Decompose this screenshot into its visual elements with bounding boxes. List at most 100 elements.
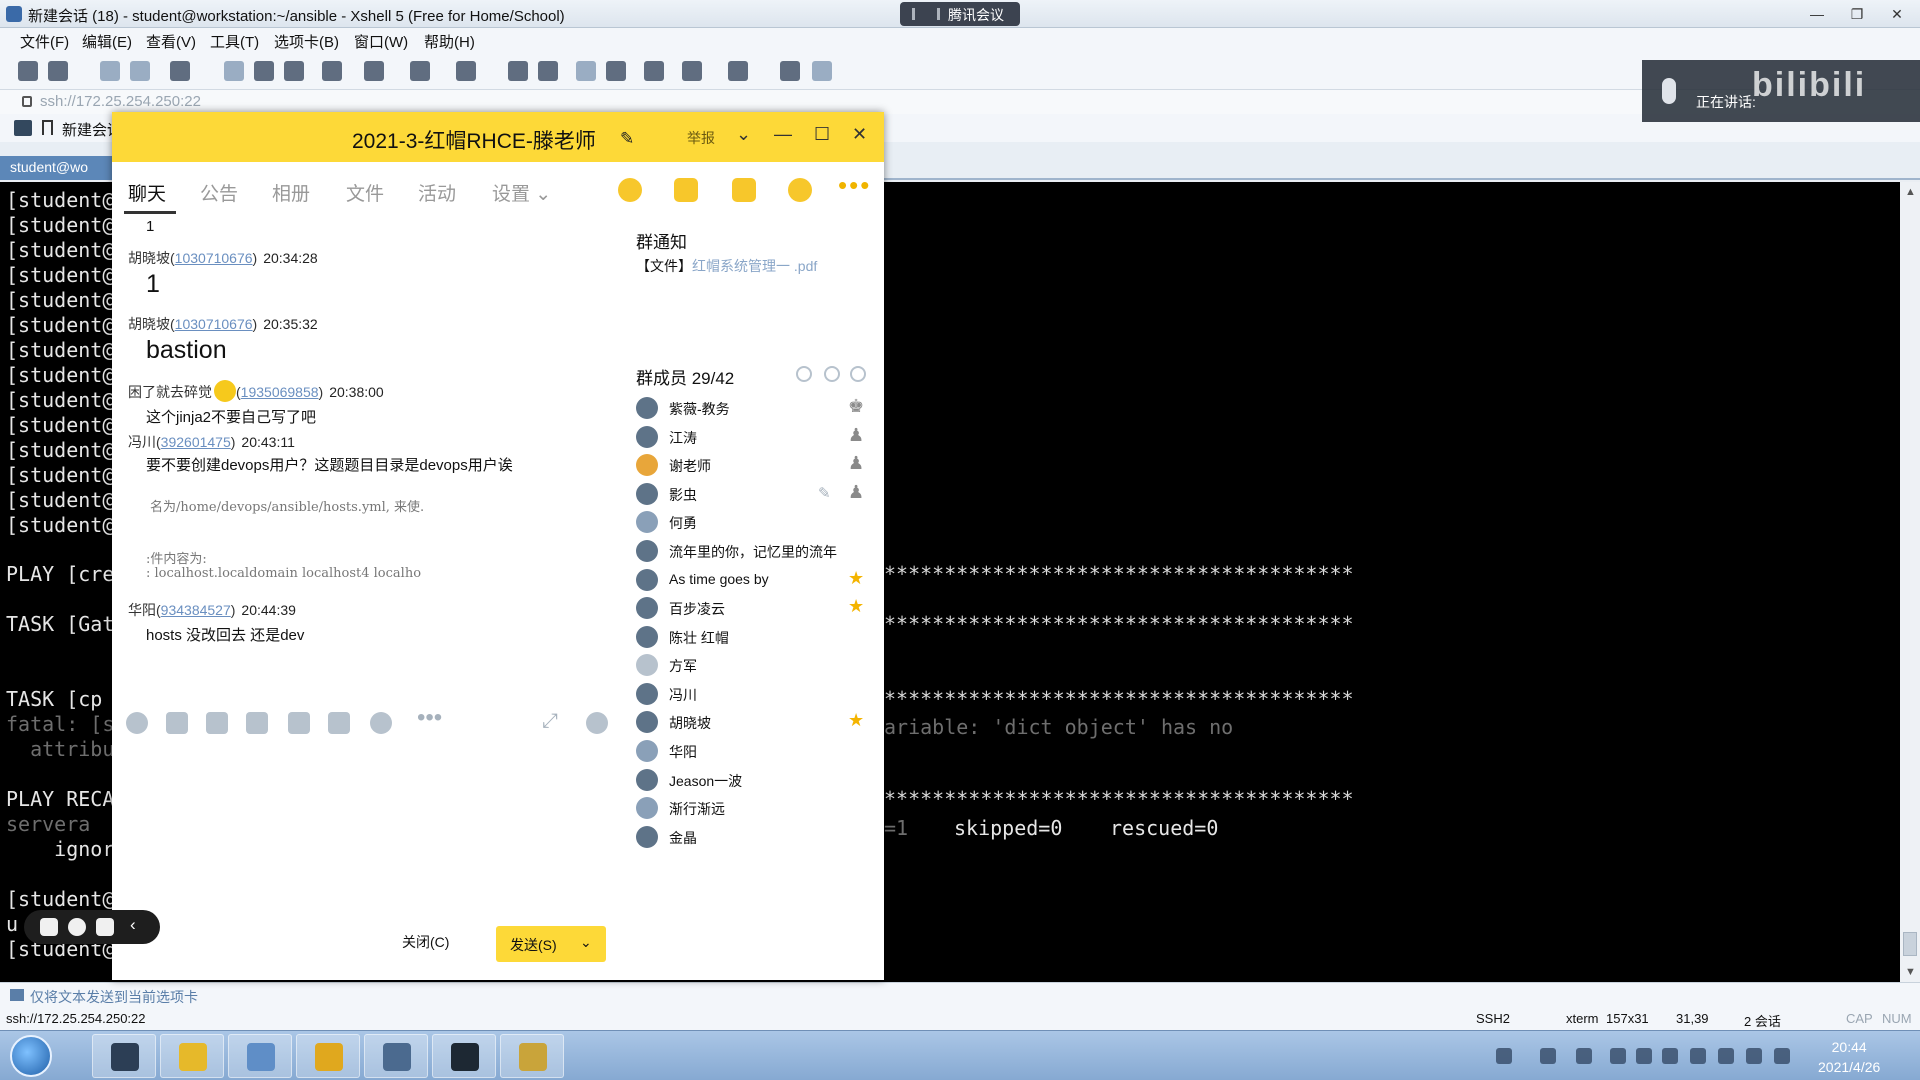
emoji-icon[interactable] xyxy=(68,918,86,936)
tray-icon[interactable] xyxy=(1662,1048,1678,1064)
edit-name-icon[interactable]: ✎ xyxy=(620,129,634,149)
sender-name[interactable]: 困了就去碎觉 xyxy=(128,384,212,400)
sender-id[interactable]: 1030710676 xyxy=(175,250,253,266)
xftp-icon[interactable] xyxy=(508,61,528,81)
layout-icon[interactable] xyxy=(728,61,748,81)
taskbar-app[interactable] xyxy=(432,1034,496,1078)
tray-icon[interactable] xyxy=(1496,1048,1512,1064)
pencil-icon[interactable]: ✎ xyxy=(818,484,831,502)
taskbar-app[interactable] xyxy=(500,1034,564,1078)
phone-icon[interactable] xyxy=(618,178,642,202)
find-icon[interactable] xyxy=(284,61,304,81)
copy-icon[interactable] xyxy=(224,61,244,81)
menu-tools[interactable]: 工具(T) xyxy=(210,31,259,52)
clock[interactable]: 20:44 2021/4/26 xyxy=(1818,1037,1880,1077)
member-item[interactable]: 华阳 xyxy=(636,737,872,765)
tray-icon[interactable] xyxy=(1746,1048,1762,1064)
sender-name[interactable]: 胡晓坡( xyxy=(128,316,175,332)
reconnect-icon[interactable] xyxy=(100,61,120,81)
volume-icon[interactable] xyxy=(1774,1048,1790,1064)
tray-icon[interactable] xyxy=(1690,1048,1706,1064)
new-session-icon[interactable] xyxy=(18,61,38,81)
message-list[interactable]: 1 胡晓坡(1030710676) 20:34:28 1 胡晓坡(10307106… xyxy=(112,214,620,700)
chevron-left-icon[interactable]: ‹ xyxy=(130,915,136,935)
scissors-icon[interactable] xyxy=(206,712,228,734)
menu-help[interactable]: 帮助(H) xyxy=(424,31,475,52)
report-button[interactable]: 举报 xyxy=(687,128,715,148)
scroll-up-icon[interactable]: ▲ xyxy=(1905,186,1916,198)
expand-icon[interactable]: ⤢ xyxy=(542,710,558,733)
session-tab[interactable]: student@wo xyxy=(0,156,112,180)
member-item[interactable]: 方军 xyxy=(636,651,872,679)
close-button[interactable]: ✕ xyxy=(1880,2,1914,26)
image-icon[interactable] xyxy=(328,712,350,734)
sender-name[interactable]: 华阳( xyxy=(128,602,161,618)
member-item[interactable]: 金晶 xyxy=(636,823,872,851)
keyboard-icon[interactable] xyxy=(644,61,664,81)
paste-icon[interactable] xyxy=(254,61,274,81)
font-icon[interactable] xyxy=(456,61,476,81)
taskbar-app[interactable] xyxy=(92,1034,156,1078)
member-item[interactable]: 陈壮 红帽 xyxy=(636,623,872,651)
send-button[interactable]: 发送(S) ⌄ xyxy=(496,926,606,962)
tab-album[interactable]: 相册 xyxy=(272,179,310,206)
tray-icon[interactable] xyxy=(1576,1048,1592,1064)
tray-icon[interactable] xyxy=(1718,1048,1734,1064)
member-item[interactable]: 流年里的你，记忆里的流年 xyxy=(636,537,872,565)
compose-icon[interactable] xyxy=(10,989,24,1001)
gif-icon[interactable] xyxy=(166,712,188,734)
member-item[interactable]: As time goes by ★ xyxy=(636,566,872,594)
tray-icon[interactable] xyxy=(1610,1048,1626,1064)
more-tools-icon[interactable]: ••• xyxy=(417,704,442,732)
chat-maximize-button[interactable]: ☐ xyxy=(814,124,830,145)
tunnel-icon[interactable] xyxy=(538,61,558,81)
menu-file[interactable]: 文件(F) xyxy=(20,31,69,52)
menu-tabs[interactable]: 选项卡(B) xyxy=(274,31,339,52)
disconnect-icon[interactable] xyxy=(130,61,150,81)
fullscreen-icon[interactable] xyxy=(576,61,596,81)
print-icon[interactable] xyxy=(322,61,342,81)
search-icon[interactable] xyxy=(850,366,866,382)
member-item[interactable]: 百步凌云 ★ xyxy=(636,594,872,622)
music-icon[interactable] xyxy=(288,712,310,734)
open-folder-icon[interactable] xyxy=(48,61,68,81)
chat-icon[interactable] xyxy=(812,61,832,81)
taskbar-app[interactable] xyxy=(296,1034,360,1078)
restore-button[interactable]: ❐ xyxy=(1840,2,1874,26)
member-item[interactable]: 影虫 ✎ ♟ xyxy=(636,480,872,508)
minimize-button[interactable]: — xyxy=(1800,2,1834,26)
emoji-icon[interactable] xyxy=(126,712,148,734)
sender-id[interactable]: 1030710676 xyxy=(175,316,253,332)
scroll-down-icon[interactable]: ▼ xyxy=(1905,966,1916,978)
properties-icon[interactable] xyxy=(170,61,190,81)
tray-icon[interactable] xyxy=(1540,1048,1556,1064)
tab-activity[interactable]: 活动 xyxy=(418,179,456,206)
close-chat-button[interactable]: 关闭(C) xyxy=(402,932,449,952)
screen-share-icon[interactable] xyxy=(732,178,756,202)
start-button[interactable] xyxy=(10,1035,52,1077)
address-text[interactable]: ssh://172.25.254.250:22 xyxy=(40,93,201,110)
bell-icon[interactable] xyxy=(370,712,392,734)
tab-files[interactable]: 文件 xyxy=(346,179,384,206)
sender-name[interactable]: 胡晓坡( xyxy=(128,250,175,266)
member-item[interactable]: 冯川 xyxy=(636,680,872,708)
apps-icon[interactable] xyxy=(40,918,58,936)
help-icon[interactable] xyxy=(780,61,800,81)
menu-window[interactable]: 窗口(W) xyxy=(354,31,408,52)
notice-file-link[interactable]: 红帽系统管理一 .pdf xyxy=(692,258,817,274)
compose-label[interactable]: 仅将文本发送到当前选项卡 xyxy=(30,987,198,1007)
tab-chat[interactable]: 聊天 xyxy=(128,179,166,206)
sender-id[interactable]: 392601475 xyxy=(161,434,231,450)
taskbar-app[interactable] xyxy=(160,1034,224,1078)
links-bar-icon[interactable] xyxy=(14,120,32,136)
chat-close-button[interactable]: ✕ xyxy=(852,124,867,145)
sender-id[interactable]: 1935069858 xyxy=(241,384,319,400)
history-icon[interactable] xyxy=(586,712,608,734)
globe-icon[interactable] xyxy=(410,61,430,81)
member-manage-icon[interactable] xyxy=(796,366,812,382)
app-center-icon[interactable] xyxy=(788,178,812,202)
menu-view[interactable]: 查看(V) xyxy=(146,31,196,52)
member-item[interactable]: 何勇 xyxy=(636,508,872,536)
chevron-down-icon[interactable]: ⌄ xyxy=(736,124,751,145)
member-item[interactable]: 渐行渐远 xyxy=(636,794,872,822)
